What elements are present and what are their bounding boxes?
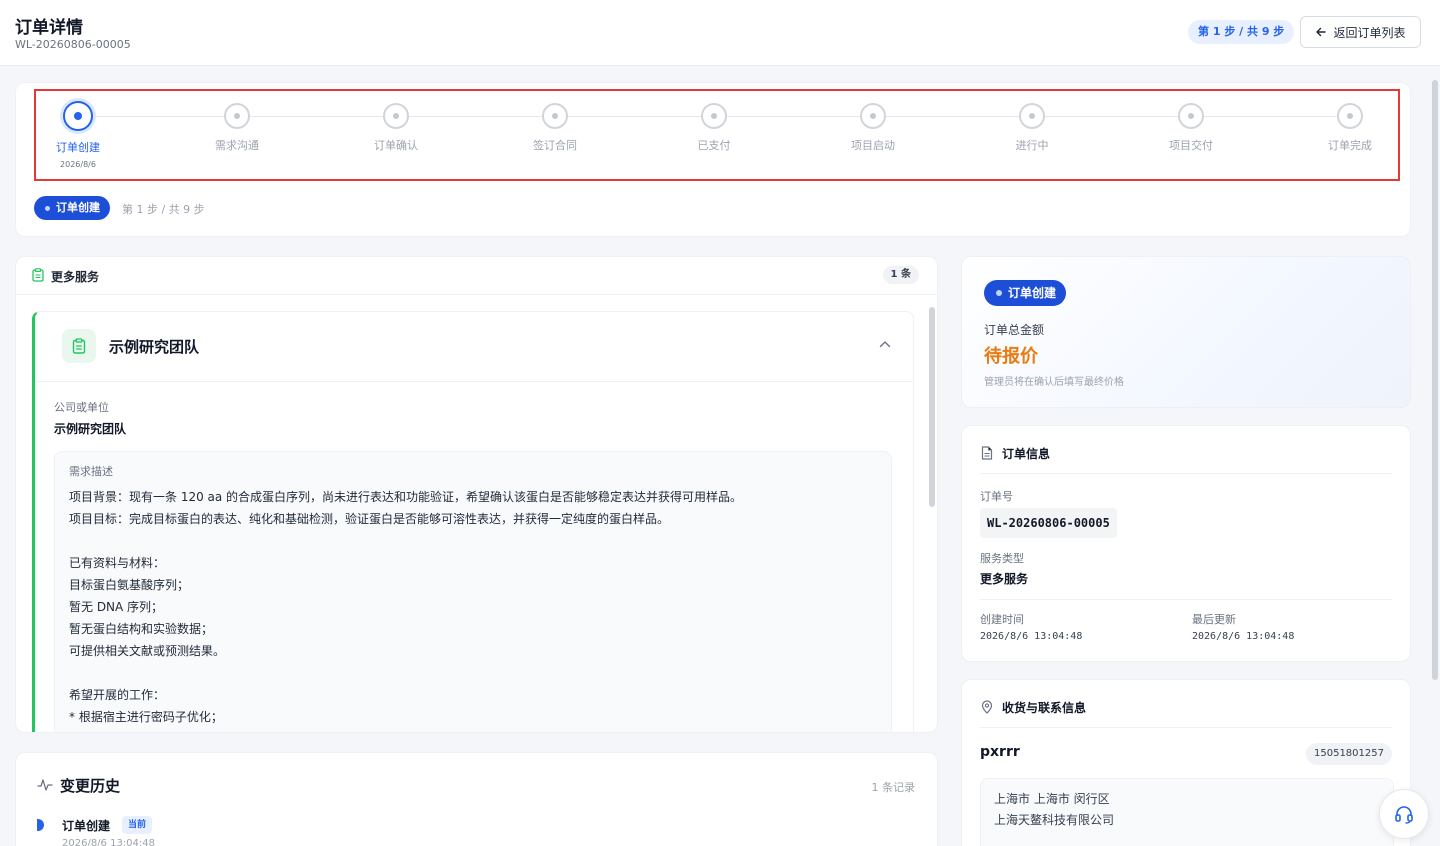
services-header: 更多服务 1 条 <box>16 257 937 295</box>
map-pin-icon <box>981 700 993 714</box>
price-note: 管理员将在确认后填写最终价格 <box>984 377 1124 388</box>
back-button-label: 返回订单列表 <box>1333 25 1406 40</box>
page-title: 订单详情 <box>15 18 83 38</box>
created-time-label: 创建时间 <box>980 613 1024 626</box>
service-item-card: 示例研究团队 公司或单位 示例研究团队 需求描述 项目背景：现有一条 120 a… <box>32 311 914 732</box>
clipboard-icon <box>32 268 44 282</box>
arrow-left-icon <box>1316 27 1327 37</box>
requirement-line <box>69 662 879 684</box>
history-count: 1 条记录 <box>871 781 916 794</box>
divider <box>980 727 1392 728</box>
price-status-badge: 订单创建 <box>984 280 1067 306</box>
history-entry-time: 2026/8/6 13:04:48 <box>62 838 156 846</box>
more-services-card: 更多服务 1 条 示例研究团队 公司或单位 示例研究团队 需求描述 项目背景：现… <box>15 256 938 733</box>
requirement-line: 项目背景：现有一条 120 aa 的合成蛋白序列，尚未进行表达和功能验证，希望确… <box>69 490 743 504</box>
chevron-up-icon[interactable] <box>879 340 891 348</box>
order-code: WL-20260806-00005 <box>15 38 131 51</box>
team-icon-box <box>62 329 96 363</box>
requirement-text: 项目背景：现有一条 120 aa 的合成蛋白序列，尚未进行表达和功能验证，希望确… <box>69 486 879 732</box>
page-scrollbar[interactable] <box>1430 66 1440 846</box>
requirement-line: 暂无蛋白结构和实验数据； <box>69 622 214 636</box>
order-progress-card: 订单创建 2026/8/6 需求沟通 订单确认 签订合同 已支付 项目启动 进行中 项目交付 订单… <box>15 82 1411 237</box>
timeline-dot <box>37 819 44 831</box>
clipboard-icon <box>72 338 86 354</box>
stepper-highlight-box <box>34 89 1400 181</box>
document-icon <box>981 446 993 460</box>
requirement-line: * 根据宿主进行密码子优化； <box>69 710 223 724</box>
shipping-contact-card: 收货与联系信息 pxrrr 15051801257 上海市 上海市 闵行区 上海… <box>961 679 1411 846</box>
change-history-card: 变更历史 1 条记录 订单创建 当前 2026/8/6 13:04:48 <box>15 752 938 846</box>
address-line-2: 上海天鳌科技有限公司 <box>994 813 1115 827</box>
updated-time-label: 最后更新 <box>1192 613 1236 626</box>
requirement-line: 目标蛋白氨基酸序列； <box>69 578 190 592</box>
contact-phone: 15051801257 <box>1306 743 1392 765</box>
requirement-line: * 完成基因合成和载体构建 <box>69 728 879 732</box>
order-info-title: 订单信息 <box>1002 447 1051 461</box>
contact-name: pxrrr <box>980 744 1020 760</box>
requirement-line: 暂无 DNA 序列； <box>69 600 164 614</box>
back-to-list-button[interactable]: 返回订单列表 <box>1300 16 1421 48</box>
requirement-line <box>69 530 879 552</box>
history-title: 变更历史 <box>60 777 121 795</box>
requirement-label: 需求描述 <box>69 465 113 478</box>
company-value: 示例研究团队 <box>54 422 127 436</box>
requirement-line: 希望开展的工作： <box>69 688 166 702</box>
service-type-value: 更多服务 <box>980 572 1029 586</box>
service-item-header[interactable]: 示例研究团队 <box>35 312 913 382</box>
headset-icon <box>1395 806 1413 824</box>
step-indicator-pill: 第 1 步 / 共 9 步 <box>1188 20 1295 44</box>
history-entry-name: 订单创建 <box>62 819 111 833</box>
page-scroll-thumb[interactable] <box>1432 80 1438 680</box>
price-label: 订单总金额 <box>984 323 1045 337</box>
services-scrollbar[interactable] <box>929 297 935 731</box>
customer-support-button[interactable] <box>1379 789 1429 839</box>
order-price-card: 订单创建 订单总金额 待报价 管理员将在确认后填写最终价格 <box>961 256 1411 408</box>
order-no-value[interactable]: WL-20260806-00005 <box>980 508 1117 538</box>
updated-time-value: 2026/8/6 13:04:48 <box>1192 631 1295 642</box>
order-info-card: 订单信息 订单号 WL-20260806-00005 服务类型 更多服务 创建时… <box>961 425 1411 662</box>
requirement-description-box: 需求描述 项目背景：现有一条 120 aa 的合成蛋白序列，尚未进行表达和功能验… <box>54 451 892 732</box>
current-step-progress: 第 1 步 / 共 9 步 <box>122 203 205 216</box>
services-title: 更多服务 <box>51 270 100 284</box>
divider <box>980 599 1392 600</box>
company-label: 公司或单位 <box>54 401 109 414</box>
order-no-label: 订单号 <box>980 490 1013 503</box>
contact-title: 收货与联系信息 <box>1002 701 1087 715</box>
divider <box>980 473 1392 474</box>
requirement-line: 可提供相关文献或预测结果。 <box>69 644 226 658</box>
services-count: 1 条 <box>882 266 919 284</box>
current-status-badge: 订单创建 <box>34 196 110 220</box>
page-header: 订单详情 WL-20260806-00005 第 1 步 / 共 9 步 返回订… <box>0 0 1440 66</box>
history-current-tag: 当前 <box>122 816 153 834</box>
address-box: 上海市 上海市 闵行区 上海天鳌科技有限公司 <box>980 778 1394 846</box>
address-line-1: 上海市 上海市 闵行区 <box>994 792 1110 806</box>
services-scroll-thumb[interactable] <box>929 307 935 507</box>
service-item-title: 示例研究团队 <box>109 338 200 356</box>
requirement-line: 项目目标：完成目标蛋白的表达、纯化和基础检测，验证蛋白是否能够可溶性表达，并获得… <box>69 512 670 526</box>
created-time-value: 2026/8/6 13:04:48 <box>980 631 1083 642</box>
service-type-label: 服务类型 <box>980 552 1024 565</box>
requirement-line: 已有资料与材料： <box>69 556 166 570</box>
price-value: 待报价 <box>984 346 1038 367</box>
activity-icon <box>37 779 53 791</box>
